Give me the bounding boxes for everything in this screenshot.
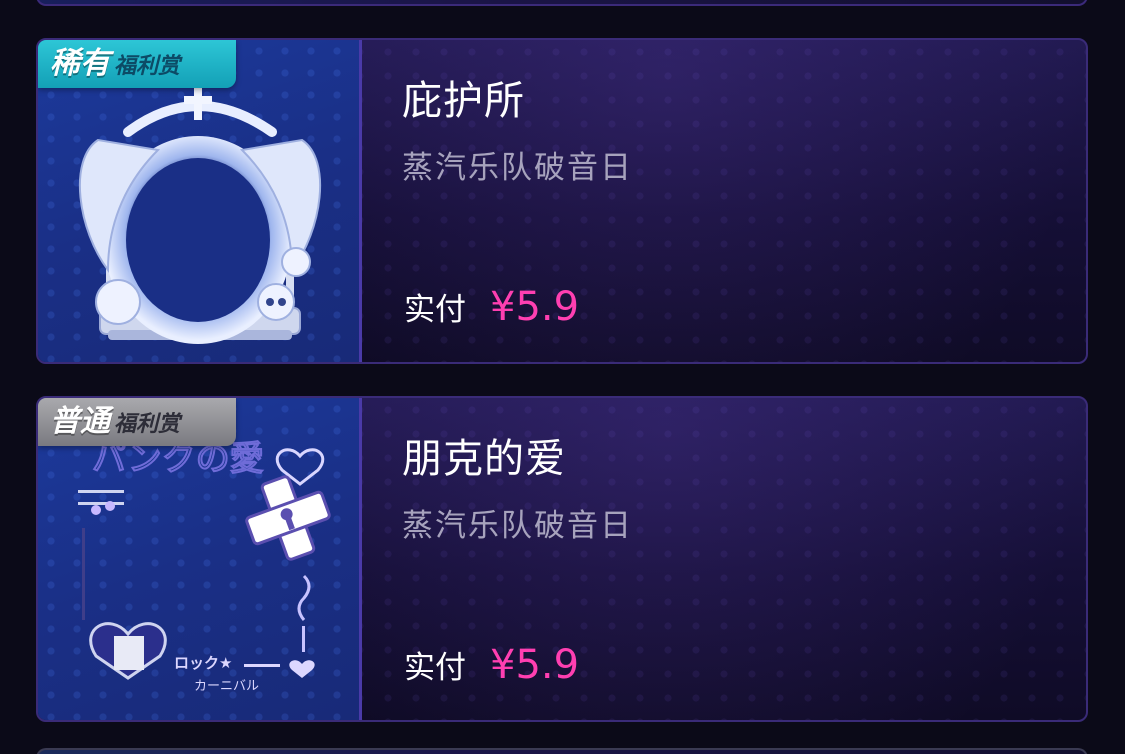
rarity-badge-common: 普通 福利赏 (38, 398, 236, 446)
badge-kind: 福利赏 (114, 412, 181, 437)
item-collection: 蒸汽乐队破音日 (402, 150, 633, 186)
price-label: 实付 (404, 650, 466, 686)
badge-kind: 福利赏 (114, 54, 181, 79)
item-title: 庇护所 (402, 78, 525, 124)
item-collection: 蒸汽乐队破音日 (402, 508, 633, 544)
thumbnail-text-bottom-2: カーニバル (194, 679, 259, 694)
badge-tier: 稀有 (50, 46, 110, 81)
order-card[interactable]: 稀有 福利赏 庇护所 蒸汽乐队破音日 实付 ¥5.9 (36, 38, 1088, 364)
badge-tier: 普通 (50, 404, 110, 439)
punk-love-frame-icon: パンクの愛 ロック★ カーニバル (78, 438, 331, 694)
price-label: 实付 (404, 292, 466, 328)
price-row: 实付 ¥5.9 (404, 284, 579, 330)
price-value: ¥5.9 (490, 284, 580, 330)
order-card[interactable]: パンクの愛 ロック★ カーニバル 普通 福利赏 朋克的爱 蒸汽乐队破音日 实付 … (36, 396, 1088, 722)
thumbnail-text-bottom-1: ロック★ (174, 654, 232, 672)
item-thumbnail[interactable]: パンクの愛 ロック★ カーニバル 普通 福利赏 (38, 398, 362, 720)
previous-card-edge[interactable] (36, 0, 1088, 6)
item-title: 朋克的爱 (402, 436, 566, 482)
price-value: ¥5.9 (490, 642, 580, 688)
item-thumbnail[interactable]: 稀有 福利赏 (38, 40, 362, 362)
next-card-edge[interactable] (36, 748, 1088, 754)
rarity-badge-rare: 稀有 福利赏 (38, 40, 236, 88)
winged-arch-frame-icon (78, 84, 322, 344)
price-row: 实付 ¥5.9 (404, 642, 579, 688)
order-list: 稀有 福利赏 庇护所 蒸汽乐队破音日 实付 ¥5.9 パンクの愛 ロック★ カー… (0, 0, 1125, 754)
